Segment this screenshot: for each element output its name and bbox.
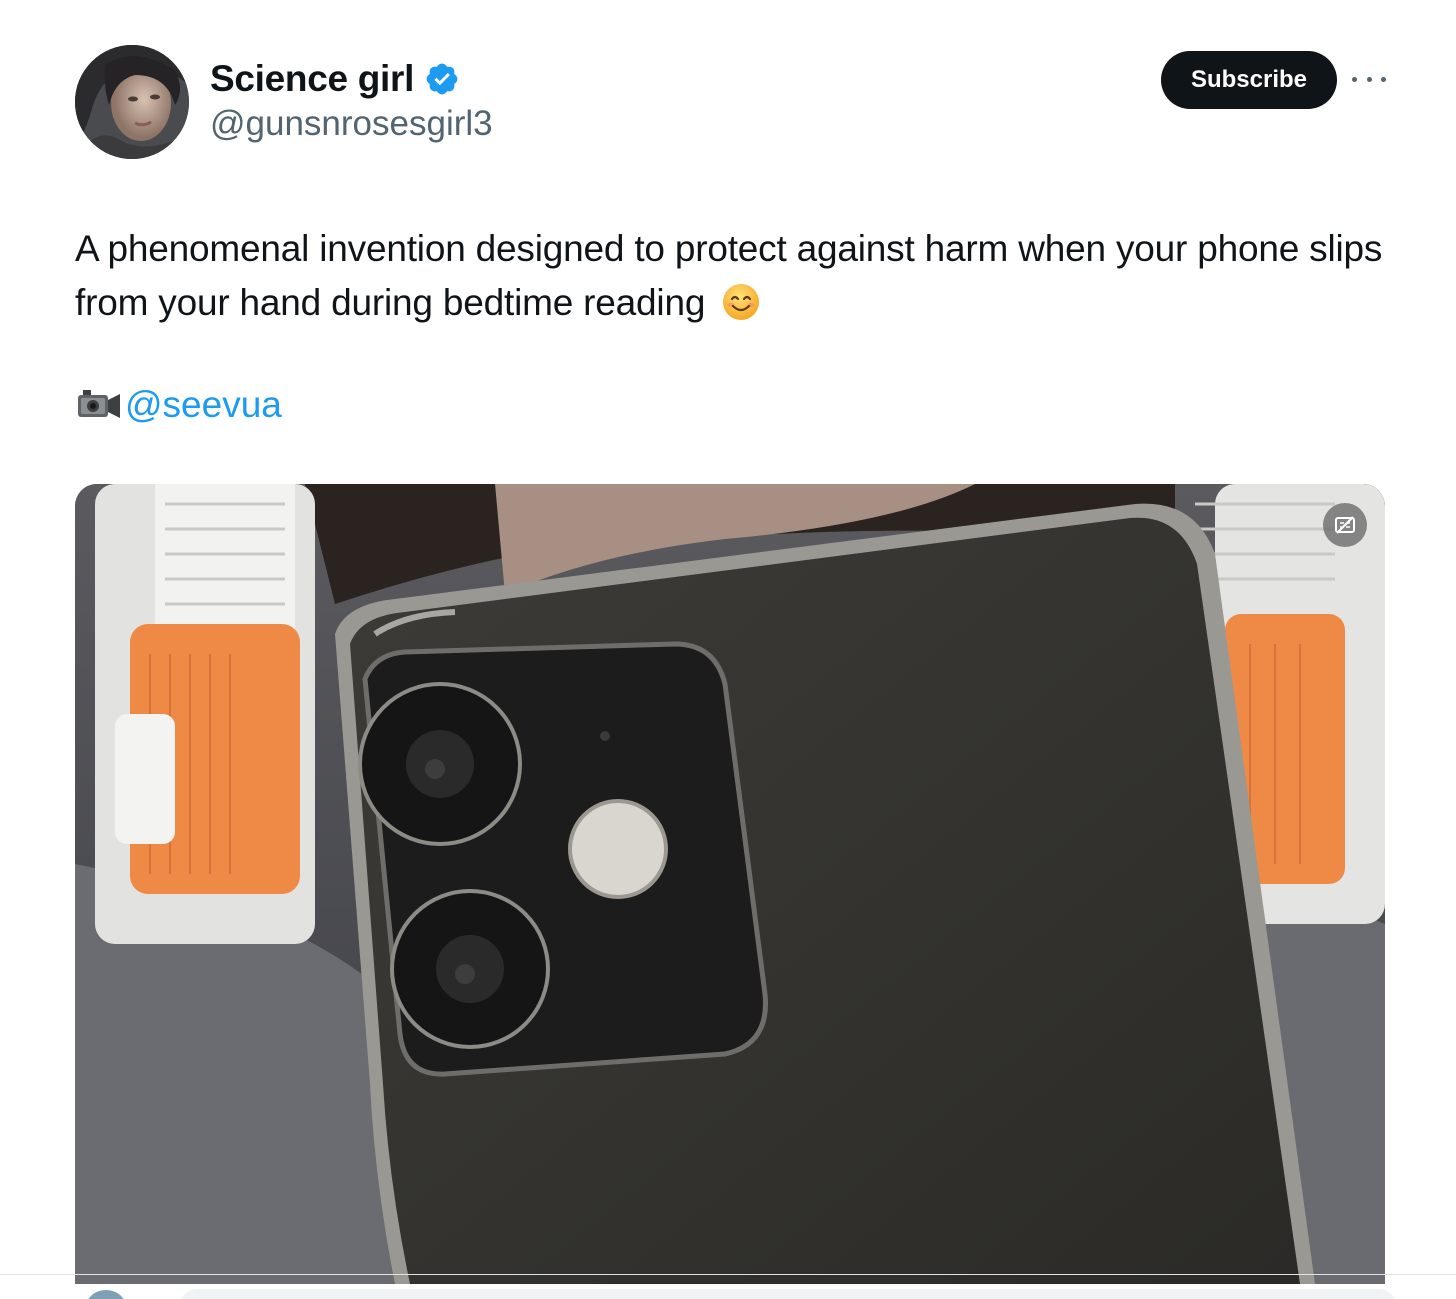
more-horizontal-icon[interactable] xyxy=(1352,68,1386,90)
verified-badge-icon[interactable] xyxy=(424,61,460,97)
reply-avatar xyxy=(84,1290,128,1299)
author-handle[interactable]: @gunsnrosesgirl3 xyxy=(210,104,493,144)
author-name[interactable]: Science girl xyxy=(210,58,414,100)
divider xyxy=(0,1274,1456,1275)
more-dot xyxy=(1381,76,1386,82)
tweet-video[interactable] xyxy=(75,484,1385,1284)
credit-mention-link[interactable]: @seevua xyxy=(125,384,282,426)
profile-photo xyxy=(75,45,189,159)
reply-input[interactable] xyxy=(178,1289,1398,1299)
tweet-text: A phenomenal invention designed to prote… xyxy=(75,222,1405,330)
subscribe-button[interactable]: Subscribe xyxy=(1161,51,1337,109)
smiling-face-icon xyxy=(723,284,760,320)
video-frame xyxy=(75,484,1385,1284)
tweet-page: Science girl @gunsnrosesgirl3 Subscribe … xyxy=(0,0,1456,1299)
more-dot xyxy=(1366,76,1372,82)
video-camera-icon xyxy=(78,390,120,418)
captions-off-icon[interactable] xyxy=(1323,503,1367,547)
more-dot xyxy=(1352,76,1357,82)
author-avatar[interactable] xyxy=(75,45,189,159)
author-name-row: Science girl xyxy=(210,58,460,100)
video-credit: @seevua xyxy=(77,384,282,426)
captions-glyph xyxy=(1335,516,1355,534)
